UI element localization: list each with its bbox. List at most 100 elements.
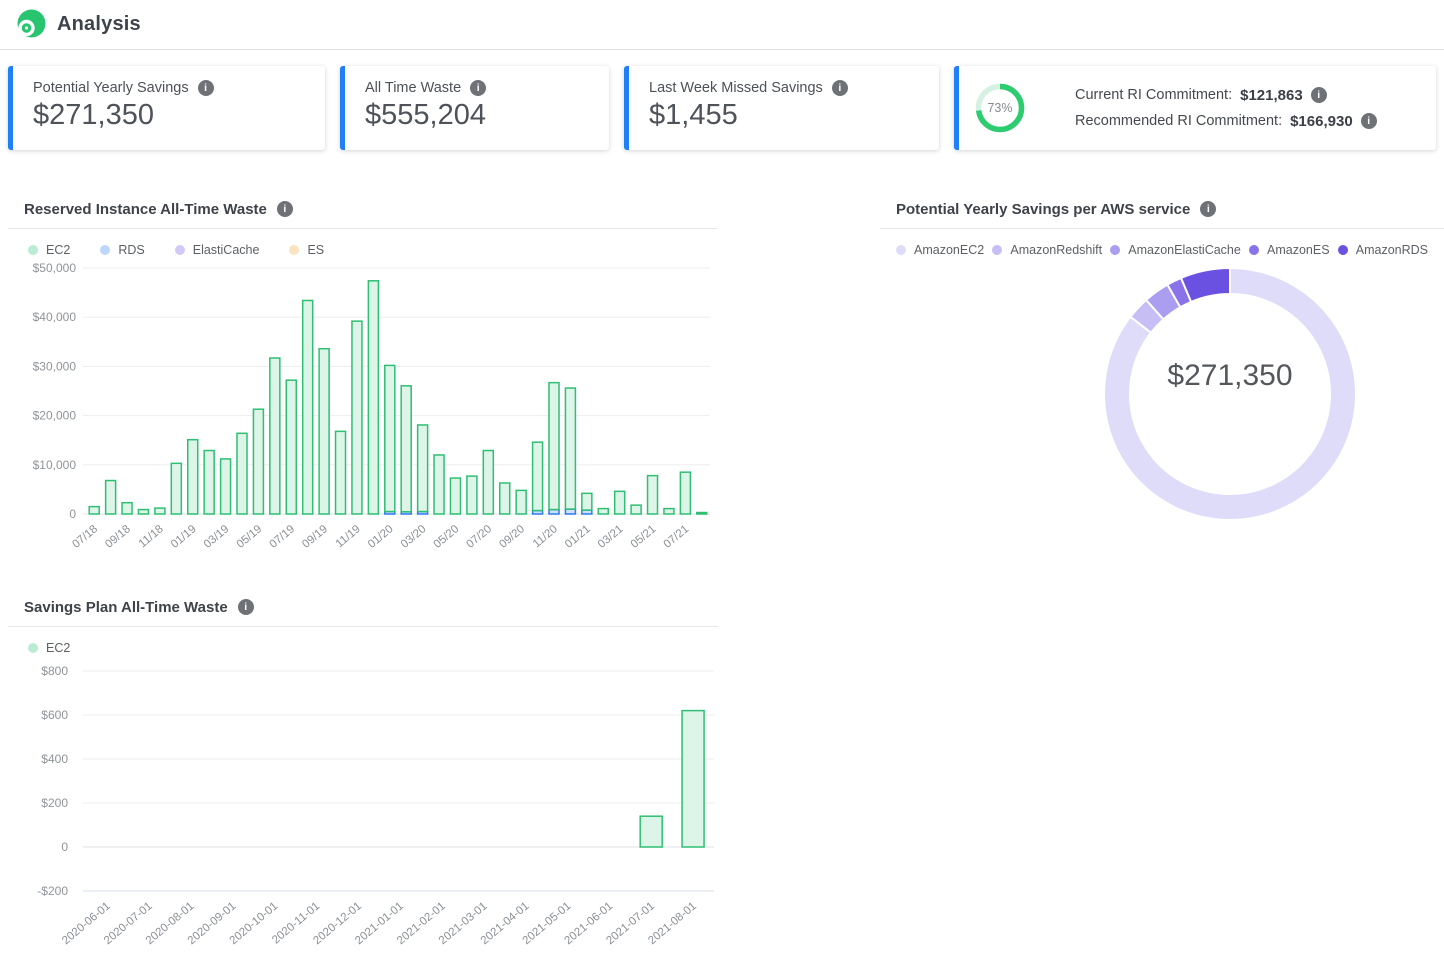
chart-legend: AmazonEC2 AmazonRedshift AmazonElastiCache… (896, 242, 1428, 258)
card-value: $555,204 (365, 99, 591, 132)
x-axis-tick-label: 03/19 (202, 523, 232, 551)
bar-EC2-02/21 (598, 509, 608, 514)
x-axis-tick-label: 01/20 (366, 523, 396, 551)
savings-donut-chart: $271,350 (880, 258, 1444, 530)
bar-EC2-02/20 (401, 386, 411, 512)
legend-item-RDS[interactable]: RDS (100, 243, 144, 257)
bar-EC2-12/18 (171, 463, 181, 514)
legend-item-ElastiCache[interactable]: ElastiCache (175, 243, 260, 257)
legend-item-EC2[interactable]: EC2 (28, 243, 70, 257)
legend-item-EC2[interactable]: EC2 (28, 641, 70, 655)
legend-item-AmazonRDS[interactable]: AmazonRDS (1338, 243, 1428, 257)
bar-EC2-08/18 (106, 481, 116, 514)
bar-EC2-10/20 (533, 442, 543, 510)
card-potential-yearly-savings: Potential Yearly Savings i $271,350 (8, 66, 325, 150)
legend-item-AmazonEC2[interactable]: AmazonEC2 (896, 243, 984, 257)
divider (880, 228, 1444, 229)
current-ri-commitment-label: Current RI Commitment: (1075, 87, 1232, 103)
bar-EC2-03/20 (418, 425, 428, 512)
legend-item-ES[interactable]: ES (289, 243, 324, 257)
chart-title: Potential Yearly Savings per AWS service (896, 201, 1190, 218)
gauge-percent-label: 73% (987, 101, 1012, 115)
bar-EC2-07/21 (680, 472, 690, 514)
x-axis-tick-label: 11/19 (334, 523, 363, 550)
ri-all-time-waste-panel: Reserved Instance All-Time Waste i EC2RD… (8, 190, 718, 583)
info-icon[interactable]: i (1311, 87, 1327, 103)
legend-dot (100, 245, 110, 255)
recommended-ri-commitment-label: Recommended RI Commitment: (1075, 113, 1282, 129)
bar-EC2-12/19 (368, 281, 378, 514)
bar-EC2-2021-07-01 (640, 816, 662, 847)
info-icon[interactable]: i (470, 80, 486, 96)
legend-label: RDS (118, 243, 144, 257)
bar-EC2-05/20 (450, 478, 460, 514)
x-axis-tick-label: 01/21 (563, 523, 593, 551)
info-icon[interactable]: i (1361, 113, 1377, 129)
legend-label: AmazonRedshift (1010, 243, 1102, 257)
x-axis-tick-label: 07/18 (70, 523, 100, 551)
donut-slice-AmazonRDS (1181, 268, 1230, 302)
bar-EC2-11/20 (549, 383, 559, 510)
bar-EC2-09/20 (516, 490, 526, 514)
savings-per-service-panel: Potential Yearly Savings per AWS service… (880, 190, 1444, 535)
bar-EC2-07/18 (89, 507, 99, 514)
y-axis-tick-label: -$200 (37, 884, 68, 898)
legend-item-AmazonRedshift[interactable]: AmazonRedshift (992, 243, 1102, 257)
bar-EC2-08/19 (303, 300, 313, 514)
legend-dot (1249, 245, 1259, 255)
bar-EC2-06/19 (270, 358, 280, 514)
info-icon[interactable]: i (238, 599, 254, 615)
bar-EC2-09/18 (122, 503, 132, 514)
donut-center-total: $271,350 (1167, 359, 1292, 392)
sp-all-time-waste-panel: Savings Plan All-Time Waste i EC2 $800$6… (8, 588, 718, 972)
x-axis-tick-label: 07/20 (464, 523, 494, 551)
legend-dot (1338, 245, 1348, 255)
bar-EC2-07/19 (286, 380, 296, 514)
legend-dot (992, 245, 1002, 255)
legend-item-AmazonElastiCache[interactable]: AmazonElastiCache (1110, 243, 1241, 257)
legend-label: AmazonRDS (1356, 243, 1428, 257)
info-icon[interactable]: i (1200, 201, 1216, 217)
info-icon[interactable]: i (198, 80, 214, 96)
legend-dot (28, 245, 38, 255)
stat-cards-row: Potential Yearly Savings i $271,350 All … (8, 66, 1436, 150)
bar-EC2-10/19 (336, 431, 346, 514)
y-axis-tick-label: $50,000 (33, 261, 77, 275)
bar-EC2-08/20 (500, 483, 510, 514)
legend-label: EC2 (46, 641, 70, 655)
x-axis-tick-label: 07/19 (267, 523, 297, 551)
legend-label: ElastiCache (193, 243, 260, 257)
card-all-time-waste: All Time Waste i $555,204 (340, 66, 609, 150)
info-icon[interactable]: i (277, 201, 293, 217)
bar-EC2-06/21 (664, 509, 674, 514)
bar-EC2-02/19 (204, 451, 214, 514)
bar-EC2-07/20 (483, 451, 493, 514)
chart-legend: EC2 (28, 640, 718, 656)
legend-item-AmazonES[interactable]: AmazonES (1249, 243, 1330, 257)
divider (8, 228, 718, 229)
y-axis-tick-label: $10,000 (33, 458, 77, 472)
legend-label: ES (307, 243, 324, 257)
bar-EC2-05/19 (253, 409, 263, 514)
y-axis-tick-label: $800 (41, 664, 68, 678)
y-axis-tick-label: $30,000 (33, 359, 77, 373)
info-icon[interactable]: i (832, 80, 848, 96)
app-logo-icon[interactable] (16, 9, 47, 40)
bar-EC2-06/20 (467, 476, 477, 514)
y-axis-tick-label: $600 (41, 708, 68, 722)
card-ri-commitment: 73% Current RI Commitment: $121,863 i Re… (954, 66, 1436, 150)
bar-EC2-04/21 (631, 505, 641, 514)
sp-waste-bar-chart: $800$600$400$2000-$2002020-06-012020-07-… (8, 656, 718, 967)
bar-EC2-01/21 (582, 493, 592, 510)
legend-dot (896, 245, 906, 255)
bar-EC2-09/19 (319, 349, 329, 514)
y-axis-tick-label: $20,000 (33, 409, 77, 423)
legend-dot (28, 643, 38, 653)
card-label: Last Week Missed Savings (649, 80, 823, 96)
legend-label: EC2 (46, 243, 70, 257)
bar-EC2-03/19 (221, 459, 231, 514)
bar-EC2-08/21 (697, 513, 707, 514)
chart-legend: EC2 RDS ElastiCache ES (28, 242, 718, 258)
bar-EC2-11/18 (155, 508, 165, 514)
x-axis-tick-label: 09/20 (497, 523, 527, 551)
